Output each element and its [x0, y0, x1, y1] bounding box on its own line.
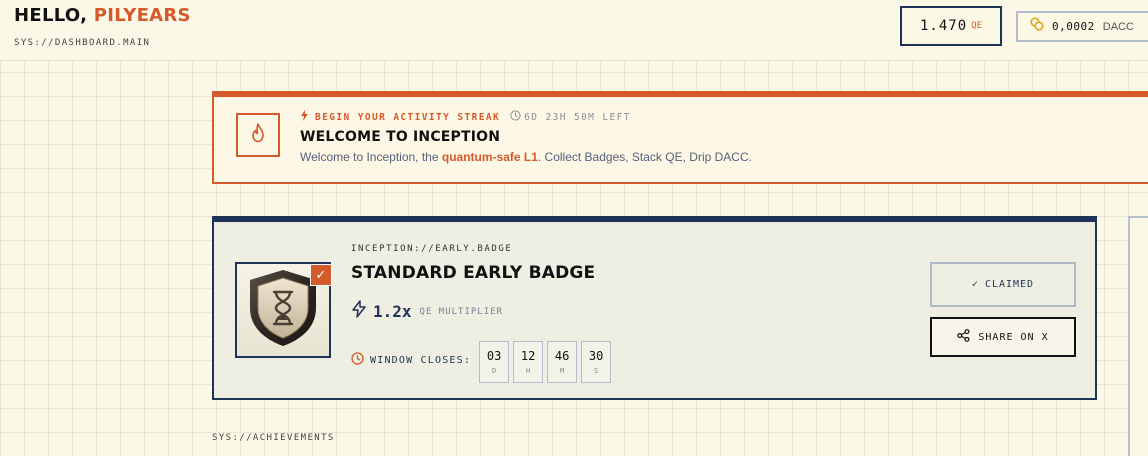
- badge-title: STANDARD EARLY BADGE: [351, 263, 596, 283]
- streak-time-text: 6D 23H 50M LEFT: [524, 111, 631, 123]
- bolt-outline-icon: [351, 300, 367, 323]
- multiplier-label: QE MULTIPLIER: [419, 306, 503, 317]
- top-header: HELLO, PILYEARS SYS://DASHBOARD.MAIN 1.4…: [0, 0, 1148, 61]
- streak-desc-highlight: quantum-safe L1: [441, 150, 538, 164]
- countdown-value: 46: [554, 349, 570, 363]
- achievements-sys-path: SYS://ACHIEVEMENTS: [212, 433, 335, 443]
- side-panel-edge: [1128, 216, 1148, 456]
- countdown-unit: S: [593, 367, 599, 375]
- dacc-balance-box[interactable]: 0,0002 DACC: [1016, 11, 1148, 42]
- badge-path: INCEPTION://EARLY.BADGE: [351, 244, 513, 254]
- username: PILYEARS: [93, 5, 191, 26]
- early-badge-card: ✓ INCEPTION://EARLY.BADGE STANDARD EARLY…: [212, 216, 1097, 400]
- streak-description: Welcome to Inception, the quantum-safe L…: [300, 150, 752, 164]
- check-icon: ✓: [971, 279, 979, 290]
- countdown-unit: H: [525, 367, 531, 375]
- qe-balance-unit: QE: [971, 21, 982, 31]
- flame-icon: [249, 122, 267, 148]
- window-closes-row: WINDOW CLOSES: 03 D 12 H 46 M 30 S: [351, 341, 612, 383]
- greeting: HELLO, PILYEARS: [14, 5, 191, 26]
- window-label: WINDOW CLOSES:: [351, 352, 471, 368]
- claimed-check-icon: ✓: [310, 264, 332, 286]
- countdown-minutes: 46 M: [547, 341, 578, 383]
- qe-balance-value: 1.470: [920, 18, 968, 34]
- countdown-value: 12: [520, 349, 536, 363]
- bolt-icon: [300, 110, 309, 124]
- greeting-text: HELLO,: [14, 5, 88, 26]
- share-on-x-button[interactable]: SHARE ON X: [930, 317, 1076, 357]
- countdown-value: 30: [588, 349, 604, 363]
- multiplier-row: 1.2x QE MULTIPLIER: [351, 300, 503, 323]
- streak-header-row: BEGIN YOUR ACTIVITY STREAK 6D 23H 50M LE…: [300, 110, 631, 124]
- countdown-unit: M: [559, 367, 565, 375]
- multiplier-value: 1.2x: [373, 302, 412, 321]
- share-label: SHARE ON X: [978, 331, 1049, 343]
- dacc-balance-value: 0,0002: [1052, 20, 1095, 33]
- activity-streak-banner: BEGIN YOUR ACTIVITY STREAK 6D 23H 50M LE…: [212, 91, 1148, 184]
- streak-desc-prefix: Welcome to Inception, the: [300, 150, 442, 164]
- claimed-button[interactable]: ✓ CLAIMED: [930, 262, 1076, 307]
- claimed-label: CLAIMED: [984, 279, 1035, 290]
- streak-icon-box: [236, 113, 280, 157]
- streak-time-left: 6D 23H 50M LEFT: [510, 110, 631, 124]
- countdown-value: 03: [486, 349, 502, 363]
- countdown-days: 03 D: [479, 341, 510, 383]
- streak-desc-suffix: . Collect Badges, Stack QE, Drip DACC.: [537, 150, 752, 164]
- countdown-unit: D: [491, 367, 497, 375]
- share-icon: [957, 329, 970, 345]
- clock-icon: [510, 110, 521, 124]
- countdown-hours: 12 H: [513, 341, 544, 383]
- dacc-balance-unit: DACC: [1102, 20, 1134, 33]
- sys-path: SYS://DASHBOARD.MAIN: [14, 38, 151, 48]
- countdown-seconds: 30 S: [581, 341, 612, 383]
- streak-label: BEGIN YOUR ACTIVITY STREAK: [315, 111, 501, 123]
- shield-hourglass-icon: [246, 268, 320, 353]
- window-label-text: WINDOW CLOSES:: [370, 354, 472, 366]
- clock-icon: [351, 352, 364, 368]
- coins-icon: [1030, 17, 1044, 36]
- qe-balance-box[interactable]: 1.470 QE: [900, 6, 1002, 46]
- streak-title: WELCOME TO INCEPTION: [300, 129, 501, 145]
- countdown: 03 D 12 H 46 M 30 S: [479, 341, 612, 383]
